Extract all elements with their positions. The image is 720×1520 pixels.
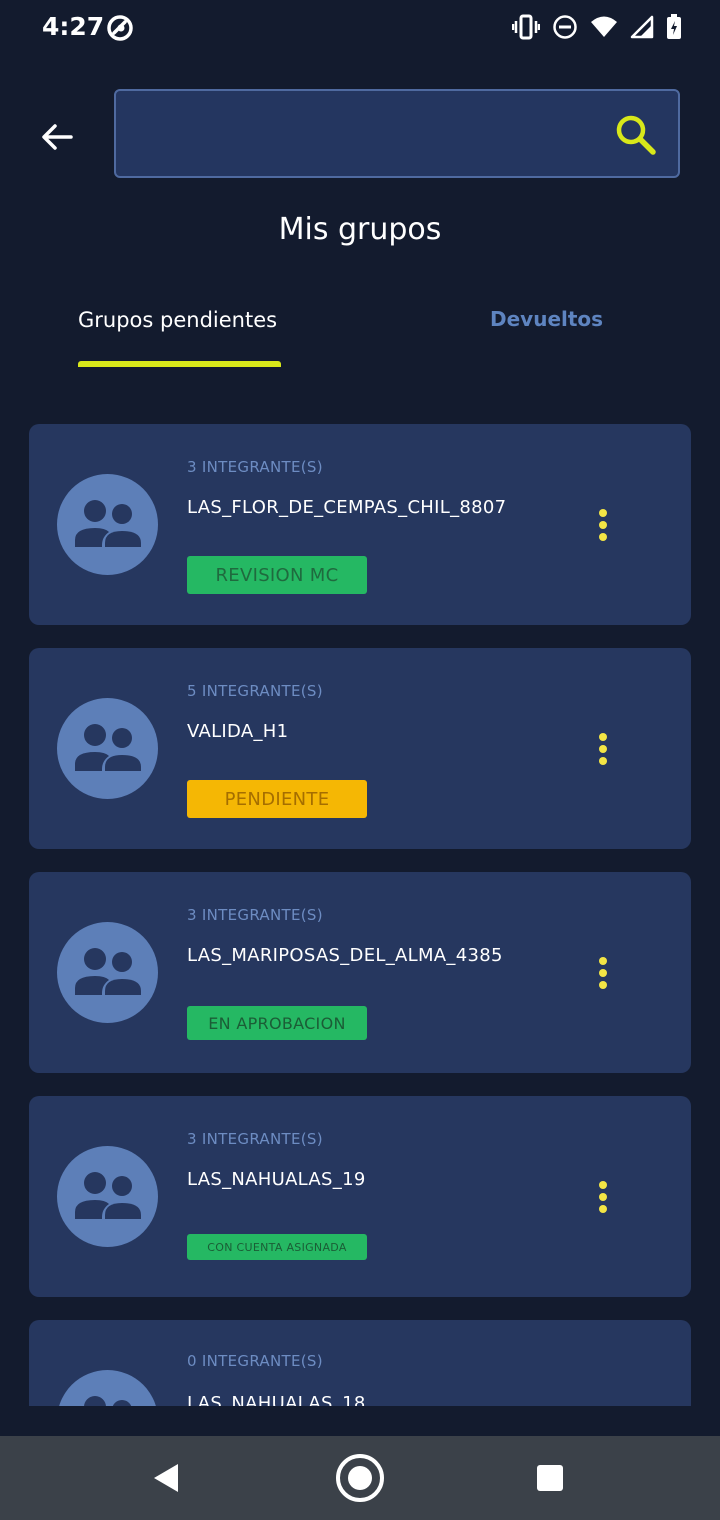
status-bar: 4:27 [0, 0, 720, 56]
group-list[interactable]: 3 INTEGRANTE(S) LAS_FLOR_DE_CEMPAS_CHIL_… [29, 424, 691, 1406]
members-count: 3 INTEGRANTE(S) [187, 458, 323, 476]
vibrate-icon [512, 14, 540, 40]
group-name: LAS_NAHUALAS_19 [187, 1169, 366, 1190]
do-not-disturb-icon [552, 14, 578, 40]
group-card[interactable]: 3 INTEGRANTE(S) LAS_MARIPOSAS_DEL_ALMA_4… [29, 872, 691, 1073]
status-badge: PENDIENTE [187, 780, 367, 818]
avatar [57, 474, 158, 575]
status-badge: CON CUENTA ASIGNADA [187, 1234, 367, 1260]
members-count: 0 INTEGRANTE(S) [187, 1352, 323, 1370]
at-sign-icon [106, 14, 134, 46]
arrow-left-icon [42, 124, 73, 150]
group-icon [74, 947, 141, 995]
group-card[interactable]: 0 INTEGRANTE(S) LAS_NAHUALAS_18 [29, 1320, 691, 1406]
status-badge: REVISION MC [187, 556, 367, 594]
system-nav-bar [0, 1436, 720, 1520]
group-name: LAS_NAHUALAS_18 [187, 1393, 366, 1406]
status-badge: EN APROBACION [187, 1006, 367, 1040]
nav-back-icon[interactable] [140, 1450, 196, 1506]
group-icon [74, 723, 141, 771]
wifi-icon [590, 15, 618, 39]
group-card[interactable]: 3 INTEGRANTE(S) LAS_NAHUALAS_19 CON CUEN… [29, 1096, 691, 1297]
group-card[interactable]: 5 INTEGRANTE(S) VALIDA_H1 PENDIENTE [29, 648, 691, 849]
more-vert-icon[interactable] [591, 1180, 615, 1216]
group-icon [74, 1171, 141, 1219]
group-name: LAS_FLOR_DE_CEMPAS_CHIL_8807 [187, 497, 507, 518]
status-icons [512, 14, 682, 40]
back-button[interactable] [30, 110, 84, 164]
more-vert-icon[interactable] [591, 956, 615, 992]
group-name: LAS_MARIPOSAS_DEL_ALMA_4385 [187, 945, 503, 966]
more-vert-icon[interactable] [591, 732, 615, 768]
members-count: 3 INTEGRANTE(S) [187, 906, 323, 924]
signal-icon [630, 15, 654, 39]
group-name: VALIDA_H1 [187, 721, 289, 742]
group-icon [74, 499, 141, 547]
more-vert-icon[interactable] [591, 508, 615, 544]
nav-recents-icon[interactable] [522, 1450, 578, 1506]
search-icon[interactable] [614, 113, 658, 157]
tab-grupos-pendientes[interactable]: Grupos pendientes [78, 308, 277, 332]
avatar [57, 698, 158, 799]
avatar [57, 922, 158, 1023]
tab-active-indicator [78, 361, 281, 367]
nav-home-icon[interactable] [332, 1450, 388, 1506]
battery-icon [666, 14, 682, 40]
tab-devueltos[interactable]: Devueltos [490, 307, 603, 331]
avatar [57, 1146, 158, 1247]
group-icon [83, 1395, 131, 1406]
members-count: 3 INTEGRANTE(S) [187, 1130, 323, 1148]
avatar [57, 1370, 158, 1406]
members-count: 5 INTEGRANTE(S) [187, 682, 323, 700]
search-input[interactable] [134, 109, 608, 161]
status-time: 4:27 [42, 12, 105, 41]
screen: 4:27 Mis grupos Grupos pendientes Devuel… [0, 0, 720, 1520]
search-box[interactable] [114, 89, 680, 178]
group-card[interactable]: 3 INTEGRANTE(S) LAS_FLOR_DE_CEMPAS_CHIL_… [29, 424, 691, 625]
page-title: Mis grupos [278, 212, 442, 247]
